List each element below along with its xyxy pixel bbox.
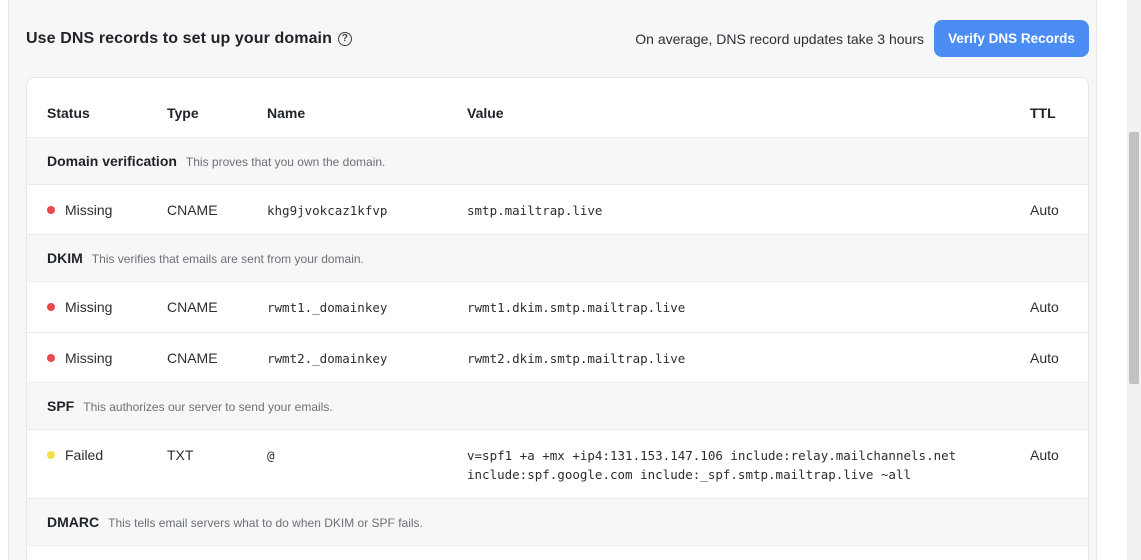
panel-header: Use DNS records to set up your domain ? … [26, 20, 1089, 57]
table-row: Missing CNAME khg9jvokcaz1kfvp smtp.mail… [27, 185, 1088, 235]
group-description: This proves that you own the domain. [185, 155, 386, 169]
column-header-value: Value [467, 105, 504, 121]
group-description: This verifies that emails are sent from … [91, 252, 364, 266]
scrollbar-thumb[interactable] [1129, 132, 1139, 384]
name-cell[interactable]: @ [267, 448, 275, 463]
ttl-cell: Auto [1030, 350, 1059, 366]
column-header-name: Name [267, 105, 306, 121]
group-title: DMARC [47, 514, 100, 530]
group-description: This tells email servers what to do when… [108, 516, 423, 530]
header-actions: On average, DNS record updates take 3 ho… [635, 20, 1089, 57]
column-header-ttl: TTL [1030, 105, 1056, 121]
value-cell[interactable]: smtp.mailtrap.live [467, 203, 602, 218]
status-dot-icon [47, 451, 55, 459]
status-cell: Missing [47, 202, 112, 218]
table-row: Missing CNAME rwmt2._domainkey rwmt2.dki… [27, 333, 1088, 383]
dns-setup-panel: Use DNS records to set up your domain ? … [8, 0, 1097, 560]
status-text: Failed [65, 447, 104, 463]
group-row-dkim: DKIM This verifies that emails are sent f… [27, 235, 1088, 282]
verify-dns-records-button[interactable]: Verify DNS Records [934, 20, 1089, 57]
question-circle-icon[interactable]: ? [337, 31, 352, 46]
header-title-group: Use DNS records to set up your domain ? [26, 30, 352, 48]
ttl-cell: Auto [1030, 202, 1059, 218]
status-dot-icon [47, 354, 55, 362]
table-header-row: Status Type Name Value TTL [27, 78, 1088, 138]
status-text: Missing [65, 202, 113, 218]
group-title: DKIM [47, 250, 83, 266]
type-cell: TXT [167, 447, 194, 463]
status-cell: Missing [47, 350, 112, 366]
group-title: Domain verification [47, 153, 177, 169]
column-header-status: Status [47, 105, 90, 121]
status-cell: Missing [47, 299, 112, 315]
page-scrollbar[interactable] [1127, 0, 1141, 560]
update-time-note: On average, DNS record updates take 3 ho… [635, 30, 924, 47]
status-dot-icon [47, 206, 55, 214]
group-row-domain-verification: Domain verification This proves that you … [27, 138, 1088, 185]
type-cell: CNAME [167, 350, 218, 366]
status-text: Missing [65, 299, 113, 315]
dns-records-table: Status Type Name Value TTL Domain verifi… [26, 77, 1089, 560]
name-cell[interactable]: khg9jvokcaz1kfvp [267, 203, 387, 218]
value-cell[interactable]: rwmt2.dkim.smtp.mailtrap.live [467, 351, 685, 366]
status-dot-icon [47, 303, 55, 311]
group-description: This authorizes our server to send your … [83, 400, 333, 414]
value-cell[interactable]: rwmt1.dkim.smtp.mailtrap.live [467, 300, 685, 315]
page-title: Use DNS records to set up your domain [26, 29, 332, 47]
status-cell: Failed [47, 447, 103, 463]
group-row-spf: SPF This authorizes our server to send yo… [27, 383, 1088, 430]
type-cell: CNAME [167, 299, 218, 315]
group-title: SPF [47, 398, 75, 414]
name-cell[interactable]: rwmt2._domainkey [267, 351, 387, 366]
table-row: Missing CNAME rwmt1._domainkey rwmt1.dki… [27, 282, 1088, 333]
name-cell[interactable]: rwmt1._domainkey [267, 300, 387, 315]
ttl-cell: Auto [1030, 447, 1059, 463]
status-text: Missing [65, 350, 113, 366]
group-row-dmarc: DMARC This tells email servers what to do… [27, 499, 1088, 546]
ttl-cell: Auto [1030, 299, 1059, 315]
table-row: Failed TXT @ v=spf1 +a +mx +ip4:131.153.… [27, 430, 1088, 499]
type-cell: CNAME [167, 202, 218, 218]
column-header-type: Type [167, 105, 199, 121]
value-cell-line-1[interactable]: v=spf1 +a +mx +ip4:131.153.147.106 inclu… [467, 448, 956, 463]
value-cell-line-2[interactable]: include:spf.google.com include:_spf.smtp… [467, 467, 911, 482]
